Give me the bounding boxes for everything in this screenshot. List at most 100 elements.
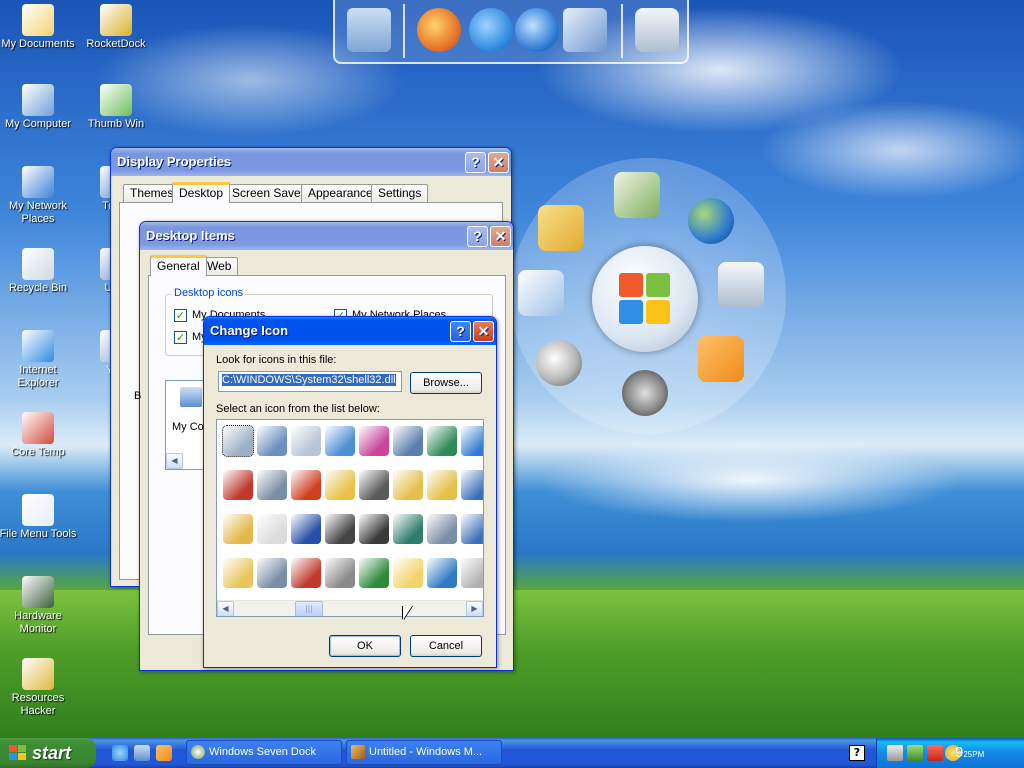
recycle-bin-icon[interactable] [635,8,679,52]
desktop-icon[interactable]: My Network Places [0,166,78,226]
tab-desktop[interactable]: Desktop [172,182,231,203]
close-button[interactable]: ✕ [490,226,511,247]
system-tray [876,738,1024,768]
windows-orb-icon[interactable] [592,246,698,352]
cancel-button[interactable]: Cancel [410,635,482,657]
icon-list-hscrollbar[interactable]: ◀ ||| ▶ [217,600,483,616]
search-computer-icon[interactable] [325,558,355,588]
checkbox-my-documents[interactable]: ✓ [174,309,187,322]
change-icon-titlebar[interactable]: Change Icon ? ✕ [204,317,496,345]
desktop-icon[interactable]: Resources Hacker [0,658,78,718]
globe-icon[interactable] [461,426,483,456]
ok-button[interactable]: OK [329,635,401,657]
control-panel-icon[interactable] [518,270,564,316]
folder-open-icon[interactable] [538,205,584,251]
help-button[interactable]: ? [450,321,471,342]
monitor-icon[interactable] [347,8,391,52]
task-windows-seven-dock[interactable]: Windows Seven Dock [186,740,342,765]
clock-minute: 25 [963,750,973,759]
folder-share-icon[interactable] [427,470,457,500]
tab-settings[interactable]: Settings [371,184,429,202]
desktop-icon[interactable]: Internet Explorer [0,330,78,390]
task-windows-movie-maker[interactable]: Untitled - Windows M... [346,740,502,765]
media-player-icon[interactable] [515,8,559,52]
globe-network-icon[interactable] [427,426,457,456]
scroll-left-arrow[interactable]: ◀ [217,601,234,616]
truetype-font-icon[interactable] [291,514,321,544]
preview-label: My Co [172,421,204,433]
printer-check-icon[interactable] [359,470,389,500]
volume-icon[interactable] [887,745,903,761]
desktop-icon[interactable]: Thumb Win [76,84,156,131]
text-document-icon[interactable] [257,514,287,544]
network-card-icon[interactable] [325,426,355,456]
help-tray-icon[interactable]: ? [849,745,865,761]
folder-icon[interactable] [223,558,253,588]
icon-file-path-input[interactable]: C:\WINDOWS\System32\shell32.dll [218,371,402,392]
clock[interactable]: 925PM [955,738,984,768]
desktop-icon[interactable]: File Menu Tools [0,494,78,541]
icon-list[interactable]: ◀ ||| ▶ [216,419,484,617]
new-folder-icon[interactable] [393,558,423,588]
globe-icon[interactable] [427,558,457,588]
battery-icon[interactable] [907,745,923,761]
document-icon[interactable] [461,558,483,588]
font-a-icon[interactable] [291,558,321,588]
tab-appearance[interactable]: Appearance [301,184,380,202]
taskbar: start Windows Seven Dock Untitled - Wind… [0,738,1024,768]
desktop-icon[interactable]: Hardware Monitor [0,576,78,636]
tree-diagram-icon[interactable] [393,426,423,456]
close-button[interactable]: ✕ [473,321,494,342]
star-book-icon[interactable] [393,514,423,544]
media-player-icon[interactable] [698,336,744,382]
scroll-thumb[interactable]: ||| [295,601,323,616]
color-palette-icon[interactable] [359,426,389,456]
monitor-icon[interactable] [461,514,483,544]
gear-window-icon[interactable] [427,514,457,544]
tab-screen-saver[interactable]: Screen Saver [225,184,312,202]
internet-explorer-icon[interactable] [469,8,513,52]
monitor-icon[interactable] [461,470,483,500]
media-player-icon[interactable] [156,745,172,761]
folder-move-icon[interactable] [223,514,253,544]
recycle-bin-icon[interactable] [222,425,254,457]
delete-document-icon[interactable] [223,470,253,500]
firefox-icon[interactable] [417,8,461,52]
desktop-icon[interactable]: RocketDock [76,4,156,51]
drive-icon[interactable] [325,514,355,544]
printer-disk-icon[interactable] [359,558,389,588]
warning-folder-icon[interactable] [325,470,355,500]
gear-document-icon[interactable] [291,426,321,456]
globe-icon[interactable] [688,198,734,244]
desktop-icon[interactable]: Recycle Bin [0,248,78,295]
magnifier-icon[interactable] [536,340,582,386]
folder-network-icon[interactable] [393,470,423,500]
security-alert-icon[interactable] [927,745,943,761]
close-button[interactable]: ✕ [488,152,509,173]
internet-explorer-icon[interactable] [112,745,128,761]
show-desktop-icon[interactable] [134,745,150,761]
scroll-right-arrow[interactable]: ▶ [466,601,483,616]
checkbox-my-computer[interactable]: ✓ [174,331,187,344]
desktop-icon[interactable]: My Computer [0,84,78,131]
computer-network-icon[interactable] [257,426,287,456]
desktop-items-titlebar[interactable]: Desktop Items ? ✕ [140,222,513,250]
gear-icon[interactable] [257,470,287,500]
desktop-icon-label: Recycle Bin [8,282,68,294]
documents-stack-icon[interactable] [614,172,660,218]
start-button[interactable]: start [0,738,96,768]
printer-network-icon[interactable] [359,514,389,544]
desktop-icon[interactable]: Core Temp [0,412,78,459]
film-reel-icon[interactable] [622,370,668,416]
control-panel-icon[interactable] [563,8,607,52]
display-properties-titlebar[interactable]: Display Properties ? ✕ [111,148,511,176]
tab-general[interactable]: General [150,255,207,276]
help-button[interactable]: ? [467,226,488,247]
scroll-left-arrow[interactable]: ◀ [166,453,183,469]
browse-button[interactable]: Browse... [410,372,482,394]
recycle-bin-icon[interactable] [718,262,764,308]
help-button[interactable]: ? [465,152,486,173]
gear-icon[interactable] [257,558,287,588]
font-icon[interactable] [291,470,321,500]
desktop-icon[interactable]: My Documents [0,4,78,51]
